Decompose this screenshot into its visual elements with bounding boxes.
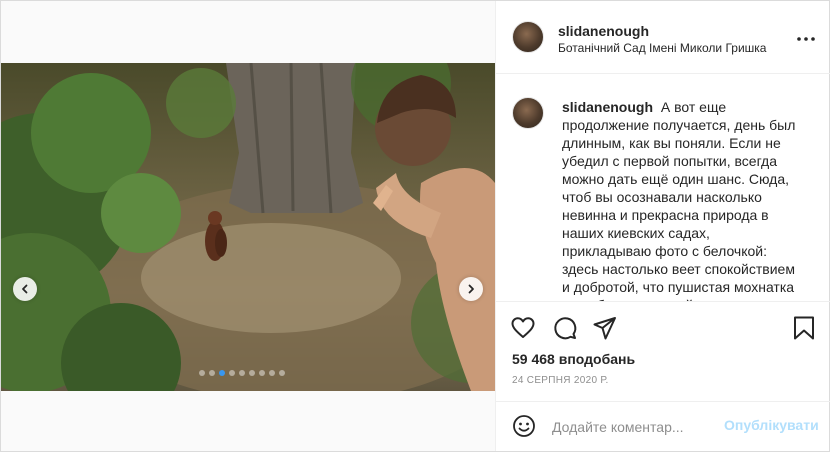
post-date[interactable]: 24 СЕРПНЯ 2020 Р. [512,375,609,386]
caption: slidanenough А вот еще продолжение получ… [562,98,802,301]
post-sidebar: slidanenough Ботанічний Сад Імені Миколи… [495,1,830,451]
comment-input[interactable] [552,417,722,437]
caption-username[interactable]: slidanenough [562,99,653,115]
carousel-indicator [199,370,285,376]
carousel-dot [279,370,285,376]
publish-button[interactable]: Опублікувати [724,417,819,433]
carousel-dot [259,370,265,376]
caption-avatar[interactable] [512,97,544,129]
comment-composer: Опублікувати [496,401,830,451]
chevron-right-icon [468,284,474,294]
location-link[interactable]: Ботанічний Сад Імені Миколи Гришка [558,41,766,55]
comment-bubble-icon[interactable] [552,315,578,341]
post-photo[interactable] [1,63,495,391]
media-area [1,1,495,451]
instagram-post: slidanenough Ботанічний Сад Імені Миколи… [0,0,830,452]
avatar[interactable] [512,21,544,53]
carousel-dot [209,370,215,376]
carousel-dot [249,370,255,376]
paper-plane-icon[interactable] [592,315,618,341]
chevron-left-icon [22,284,28,294]
carousel-dot [239,370,245,376]
comments-section[interactable]: slidanenough А вот еще продолжение получ… [496,75,830,301]
heart-icon[interactable] [510,315,536,341]
previous-slide-button[interactable] [13,277,37,301]
post-header: slidanenough Ботанічний Сад Імені Миколи… [496,1,830,74]
next-slide-button[interactable] [459,277,483,301]
carousel-dot [219,370,225,376]
smiley-icon[interactable] [512,414,536,438]
likes-count[interactable]: 59 468 вподобань [512,351,635,367]
photo-illustration [1,63,495,391]
carousel-dot [269,370,275,376]
post-actions: 59 468 вподобань 24 СЕРПНЯ 2020 Р. [496,301,830,401]
bookmark-icon[interactable] [791,315,817,341]
header-username[interactable]: slidanenough [558,23,649,39]
more-dots-icon[interactable] [796,31,816,47]
carousel-dot [199,370,205,376]
carousel-dot [229,370,235,376]
caption-text: А вот еще продолжение получается, день б… [562,99,796,301]
